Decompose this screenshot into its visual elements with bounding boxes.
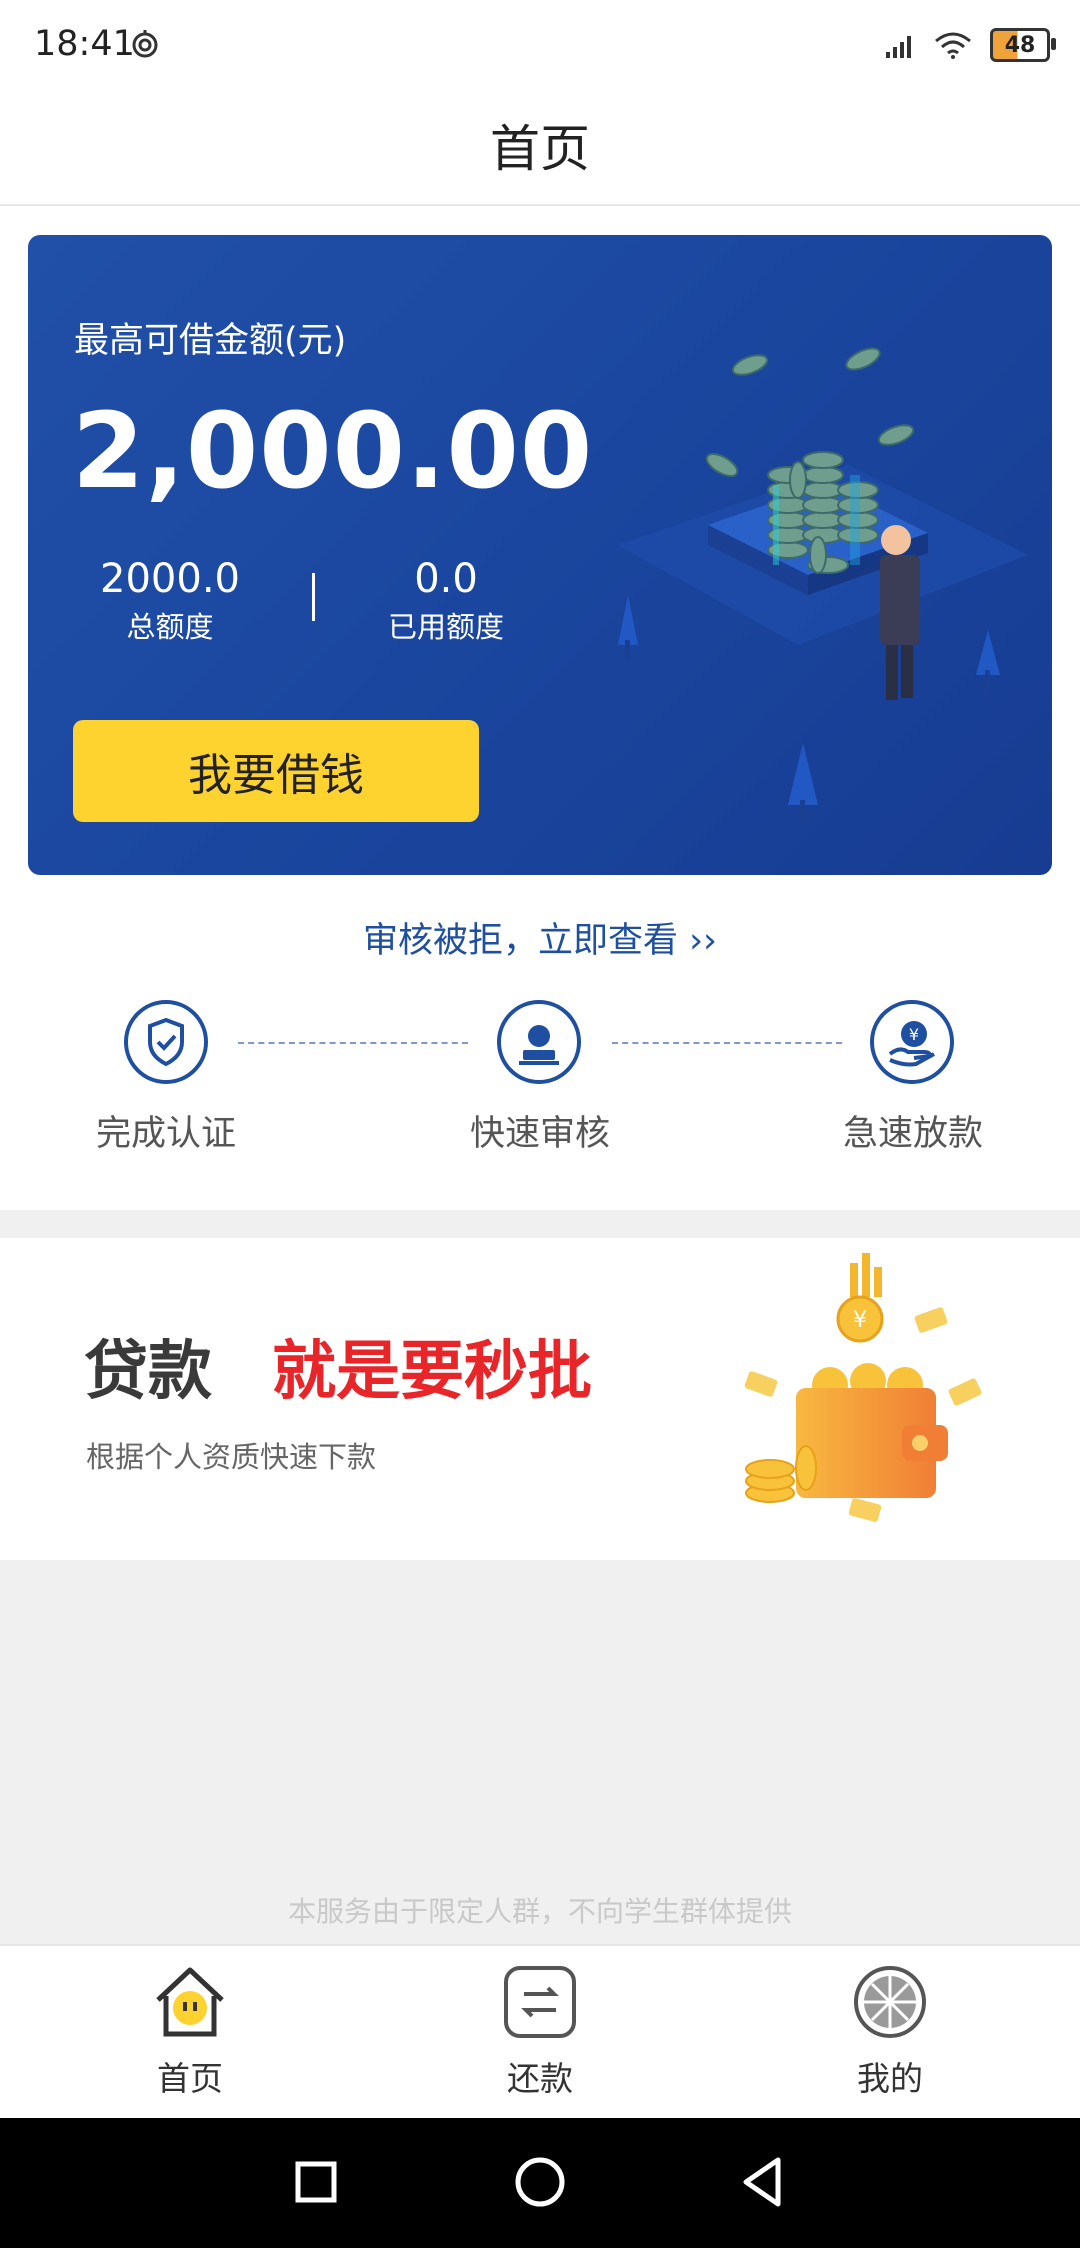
svg-text:¥: ¥ [853, 1308, 867, 1333]
promo-title-right: 就是要秒批 [272, 1335, 592, 1409]
battery-icon: 48 [990, 28, 1056, 62]
step-review-label: 快速审核 [469, 1114, 610, 1154]
profile-icon [854, 1966, 926, 2038]
back-icon [743, 2157, 781, 2207]
total-credit-value: 2000.0 [100, 556, 240, 602]
wallet-illustration: ¥ [744, 1253, 982, 1522]
tab-profile-label: 我的 [857, 2059, 923, 2098]
hand-yuan-icon: ¥ [870, 1000, 954, 1084]
review-rejected-link[interactable]: 审核被拒，立即查看 ›› [0, 912, 1080, 963]
max-loan-label: 最高可借金额(元) [74, 321, 347, 361]
step-payout-label: 急速放款 [842, 1114, 983, 1154]
tab-profile[interactable]: 我的 [710, 1962, 1070, 2100]
tab-home-label: 首页 [157, 2059, 223, 2098]
home-icon [156, 1967, 224, 2037]
step-connector [612, 1042, 842, 1044]
tab-repay-label: 还款 [507, 2059, 573, 2098]
status-indicators: 48 [886, 28, 1056, 62]
promo-title-left: 贷款 [84, 1335, 212, 1409]
user-stamp-icon [497, 1000, 581, 1084]
sync-icon [132, 30, 158, 58]
shield-check-icon [124, 1000, 208, 1084]
tab-repay[interactable]: 还款 [360, 1962, 720, 2100]
signal-icon [886, 36, 911, 58]
home-nav-icon [515, 2157, 565, 2207]
step-verify-label: 完成认证 [95, 1114, 236, 1154]
used-credit-stat: 0.0 已用额度 [346, 556, 546, 646]
step-connector [238, 1042, 468, 1044]
max-loan-amount: 2,000.00 [72, 390, 594, 512]
total-credit-stat: 2000.0 总额度 [70, 556, 270, 646]
status-time: 18:41 [34, 24, 135, 64]
page-header: 首页 [0, 96, 1080, 206]
promo-subtitle: 根据个人资质快速下款 [86, 1440, 377, 1474]
page-title: 首页 [490, 120, 590, 178]
tab-home[interactable]: 首页 [10, 1962, 370, 2100]
battery-level: 48 [1004, 32, 1036, 58]
stat-divider [312, 573, 315, 621]
svg-text:¥: ¥ [909, 1025, 919, 1044]
borrow-button[interactable]: 我要借钱 [73, 720, 479, 822]
used-credit-value: 0.0 [414, 556, 478, 602]
wifi-icon [935, 32, 971, 59]
system-nav-bar [0, 2118, 1080, 2248]
used-credit-label: 已用额度 [387, 610, 504, 644]
total-credit-label: 总额度 [126, 610, 214, 644]
recent-apps-icon [295, 2161, 337, 2203]
disclaimer-text: 本服务由于限定人群，不向学生群体提供 [287, 1895, 792, 1928]
repay-icon [504, 1966, 576, 2038]
